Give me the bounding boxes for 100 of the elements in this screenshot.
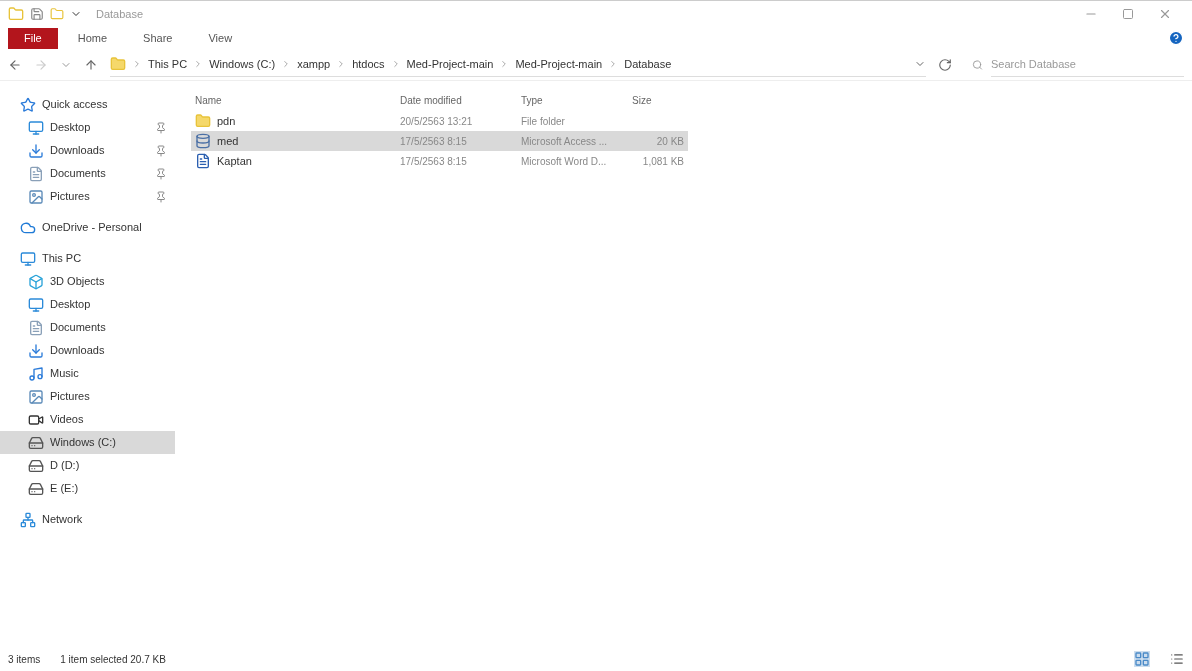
search-icon	[972, 58, 983, 71]
sidebar-label: D (D:)	[50, 458, 80, 474]
breadcrumb-item[interactable]: xampp	[297, 55, 331, 73]
table-cell-text: 17/5/2563 8:15	[399, 134, 468, 149]
sidebar-item[interactable]: Videos	[0, 408, 175, 431]
sidebar-item[interactable]: Quick access	[0, 93, 175, 116]
sidebar-label: Quick access	[42, 97, 108, 113]
sidebar-label: Pictures	[50, 189, 90, 205]
drive-icon	[28, 480, 44, 497]
table-cell-text: 20 KB	[655, 134, 685, 149]
ribbon-tab[interactable]: View	[192, 27, 249, 49]
table-cell-text: Microsoft Word D...	[520, 154, 608, 169]
help-icon[interactable]	[1168, 30, 1184, 46]
folder-icon	[110, 56, 126, 72]
sidebar-item[interactable]: This PC	[0, 247, 175, 270]
ribbon-tab[interactable]: Home	[61, 27, 124, 49]
ribbon-tab[interactable]: Share	[127, 27, 189, 49]
file-row[interactable]: Kaptan 17/5/2563 8:15 Microsoft Word D... 1,081 KB	[191, 151, 688, 171]
sidebar-label: Pictures	[50, 389, 90, 405]
refresh-icon[interactable]	[938, 57, 952, 72]
column-header[interactable]: Name	[191, 92, 396, 108]
folder-icon	[8, 6, 24, 22]
sidebar-item[interactable]: Documents	[0, 316, 175, 339]
chevron-icon[interactable]	[132, 59, 142, 69]
back-icon[interactable]	[8, 57, 22, 72]
file-row[interactable]: pdn 20/5/2563 13:21 File folder	[191, 111, 688, 131]
sidebar-label: Documents	[50, 166, 106, 182]
network-icon	[20, 511, 36, 528]
star-icon	[20, 96, 36, 113]
sidebar-label: Videos	[50, 412, 84, 428]
doc-icon	[28, 319, 44, 336]
breadcrumb-item[interactable]: Database	[624, 55, 672, 73]
forward-icon[interactable]	[34, 57, 48, 72]
breadcrumb-item[interactable]: Med-Project-main	[515, 55, 603, 73]
file-name: med	[217, 133, 239, 149]
download-icon	[28, 342, 44, 359]
folder-icon[interactable]	[50, 7, 64, 21]
sidebar-item[interactable]: D (D:)	[0, 454, 175, 477]
save-icon[interactable]	[30, 7, 44, 21]
status-text: 1 item selected 20.7 KB	[60, 652, 166, 667]
sidebar-item[interactable]: OneDrive - Personal	[0, 216, 175, 239]
sidebar-label: OneDrive - Personal	[42, 220, 142, 236]
breadcrumb-item[interactable]: This PC	[148, 55, 188, 73]
table-cell-text: File folder	[520, 114, 566, 129]
sidebar-label: Network	[42, 512, 83, 528]
details-view-icon[interactable]	[1134, 651, 1150, 667]
table-cell-text: 1,081 KB	[641, 154, 685, 169]
doc-icon	[28, 165, 44, 182]
sidebar-label: Documents	[50, 320, 106, 336]
music-icon	[28, 365, 44, 382]
folder-file-icon	[195, 113, 211, 129]
picture-icon	[28, 188, 44, 205]
up-icon[interactable]	[84, 57, 98, 72]
sidebar-item[interactable]: 3D Objects	[0, 270, 175, 293]
window-title: Database	[96, 6, 144, 22]
sidebar-label: Music	[50, 366, 79, 382]
sidebar-label: Windows (C:)	[50, 435, 116, 451]
sidebar-item[interactable]: Documents	[0, 162, 175, 185]
column-header[interactable]: Type	[517, 92, 628, 108]
file-row[interactable]: med 17/5/2563 8:15 Microsoft Access ... 20 KB	[191, 131, 688, 151]
column-header[interactable]: Size	[628, 92, 688, 108]
sidebar-label: Downloads	[50, 143, 105, 159]
download-icon	[28, 142, 44, 159]
sidebar-label: 3D Objects	[50, 274, 105, 290]
sidebar-item[interactable]: Pictures	[0, 385, 175, 408]
desktop-icon	[28, 296, 44, 313]
sidebar-item[interactable]: Downloads	[0, 139, 175, 162]
column-header[interactable]: Date modified	[396, 92, 517, 108]
sidebar-label: Desktop	[50, 297, 91, 313]
list-view-icon[interactable]	[1170, 652, 1184, 666]
sidebar-label: Desktop	[50, 120, 91, 136]
drive-icon	[28, 434, 44, 451]
sidebar-item[interactable]: Desktop	[0, 116, 175, 139]
access-file-icon	[195, 133, 211, 149]
table-cell-text: 17/5/2563 8:15	[399, 154, 468, 169]
maximize-icon[interactable]	[1122, 8, 1134, 20]
status-text: 3 items	[8, 652, 41, 667]
table-cell-text: Microsoft Access ...	[520, 134, 609, 149]
sidebar-item[interactable]: Downloads	[0, 339, 175, 362]
search-field[interactable]: Search Database	[990, 52, 1184, 77]
table-cell-text: 20/5/2563 13:21	[399, 114, 474, 129]
breadcrumb-item[interactable]: Med-Project-main	[406, 55, 494, 73]
sidebar-item[interactable]: Desktop	[0, 293, 175, 316]
sidebar-item[interactable]: Pictures	[0, 185, 175, 208]
file-name: Kaptan	[217, 153, 252, 169]
sidebar-label: E (E:)	[50, 481, 79, 497]
sidebar-item[interactable]: E (E:)	[0, 477, 175, 500]
sidebar-label: This PC	[42, 251, 82, 267]
sidebar-label: Downloads	[50, 343, 105, 359]
cube-icon	[28, 273, 44, 290]
picture-icon	[28, 388, 44, 405]
sidebar-item[interactable]: Windows (C:)	[0, 431, 175, 454]
breadcrumb-item[interactable]: htdocs	[352, 55, 385, 73]
address-bar[interactable]: This PC Windows (C:) xampp htdocs Med-Project-main Med-Project-main Database	[110, 52, 926, 77]
close-icon[interactable]	[1158, 7, 1172, 21]
ribbon-tab[interactable]: File	[8, 27, 58, 49]
file-name: pdn	[217, 113, 236, 129]
sidebar-item[interactable]: Music	[0, 362, 175, 385]
sidebar-item[interactable]: Network	[0, 508, 175, 531]
breadcrumb-item[interactable]: Windows (C:)	[209, 55, 276, 73]
